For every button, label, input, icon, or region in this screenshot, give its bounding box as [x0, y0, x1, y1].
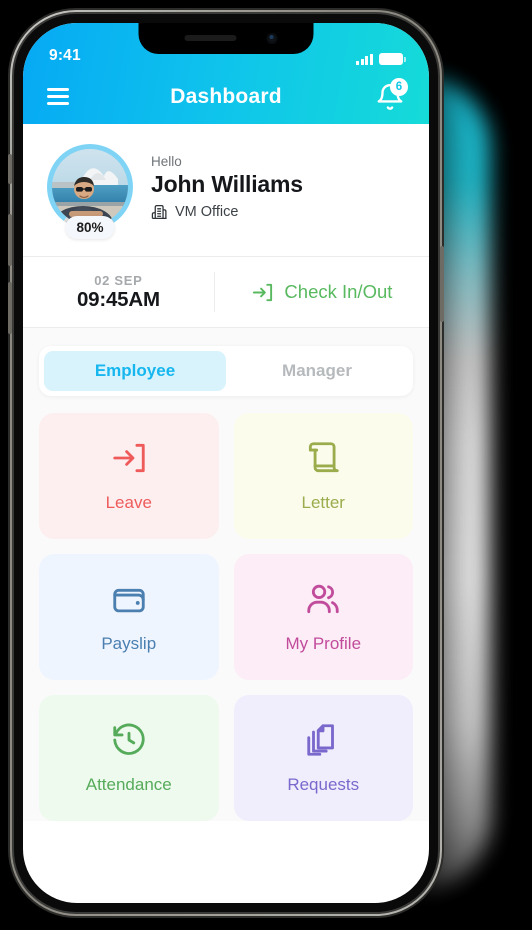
tab-employee-label: Employee — [94, 361, 176, 380]
people-icon — [307, 584, 339, 614]
role-tabs: Employee Manager — [39, 346, 413, 396]
card-letter[interactable]: Letter — [233, 413, 413, 539]
clock-history-icon — [113, 723, 145, 755]
current-datetime: 02 SEP 09:45AM — [23, 273, 214, 312]
tab-manager[interactable]: Manager — [226, 351, 408, 391]
card-payslip[interactable]: Payslip — [39, 554, 219, 680]
status-bar-indicators — [356, 53, 406, 65]
organization-row: VM Office — [151, 203, 303, 221]
phone-screen: 9:41 Dashboard 6 80% Hello John Williams… — [23, 23, 429, 903]
card-attendance[interactable]: Attendance — [39, 695, 219, 821]
volume-down-button[interactable] — [8, 282, 12, 334]
screenshot-stage: 9:41 Dashboard 6 80% Hello John Williams… — [0, 0, 532, 930]
hamburger-menu-icon[interactable] — [47, 88, 69, 105]
check-in-out-label: Check In/Out — [284, 281, 393, 302]
signal-bars-icon — [356, 53, 373, 65]
current-time: 09:45AM — [76, 287, 160, 311]
avatar-photo — [52, 149, 128, 225]
copy-documents-icon — [307, 724, 335, 756]
card-my-profile[interactable]: My Profile — [233, 554, 413, 680]
completion-badge: 80% — [65, 216, 115, 239]
check-in-out-button[interactable]: Check In/Out — [215, 281, 429, 304]
phone-device-frame: 9:41 Dashboard 6 80% Hello John Williams… — [8, 14, 444, 912]
card-requests-label: Requests — [287, 775, 360, 794]
display-notch — [138, 23, 314, 54]
power-button[interactable] — [440, 246, 444, 322]
silent-switch[interactable] — [8, 154, 12, 184]
volume-up-button[interactable] — [8, 214, 12, 266]
login-arrow-icon — [253, 283, 273, 301]
front-camera — [266, 33, 278, 44]
tab-manager-label: Manager — [282, 361, 352, 380]
card-leave-label: Leave — [105, 493, 152, 512]
page-title: Dashboard — [170, 84, 282, 108]
tab-employee[interactable]: Employee — [44, 351, 226, 391]
card-attendance-label: Attendance — [85, 775, 172, 794]
navigation-bar: Dashboard 6 — [23, 69, 429, 124]
check-in-out-row: 02 SEP 09:45AM Check In/Out — [23, 257, 429, 327]
card-my-profile-label: My Profile — [285, 634, 362, 653]
card-requests[interactable]: Requests — [233, 695, 413, 821]
user-name: John Williams — [151, 170, 303, 197]
wallet-icon — [113, 588, 145, 613]
current-date: 02 SEP — [94, 272, 143, 288]
notification-badge: 6 — [390, 77, 408, 96]
login-arrow-icon — [113, 443, 145, 473]
card-leave[interactable]: Leave — [39, 413, 219, 539]
quick-actions-grid: Leave Letter Payslip My Profile Attendan… — [39, 413, 413, 821]
building-icon — [151, 204, 167, 219]
dashboard-body: Employee Manager Leave Letter Payslip My… — [23, 328, 429, 821]
card-payslip-label: Payslip — [101, 634, 157, 653]
profile-text-block: Hello John Williams VM Office — [151, 154, 303, 221]
status-bar-time: 9:41 — [49, 47, 81, 64]
avatar[interactable]: 80% — [47, 144, 133, 239]
organization-name: VM Office — [175, 203, 239, 220]
scroll-icon — [309, 442, 339, 473]
battery-icon — [379, 53, 406, 65]
greeting-label: Hello — [151, 153, 182, 169]
profile-section: 80% Hello John Williams VM Office — [23, 124, 429, 256]
earpiece-speaker — [184, 35, 237, 41]
notification-bell-button[interactable]: 6 — [375, 77, 408, 112]
card-letter-label: Letter — [301, 493, 345, 512]
